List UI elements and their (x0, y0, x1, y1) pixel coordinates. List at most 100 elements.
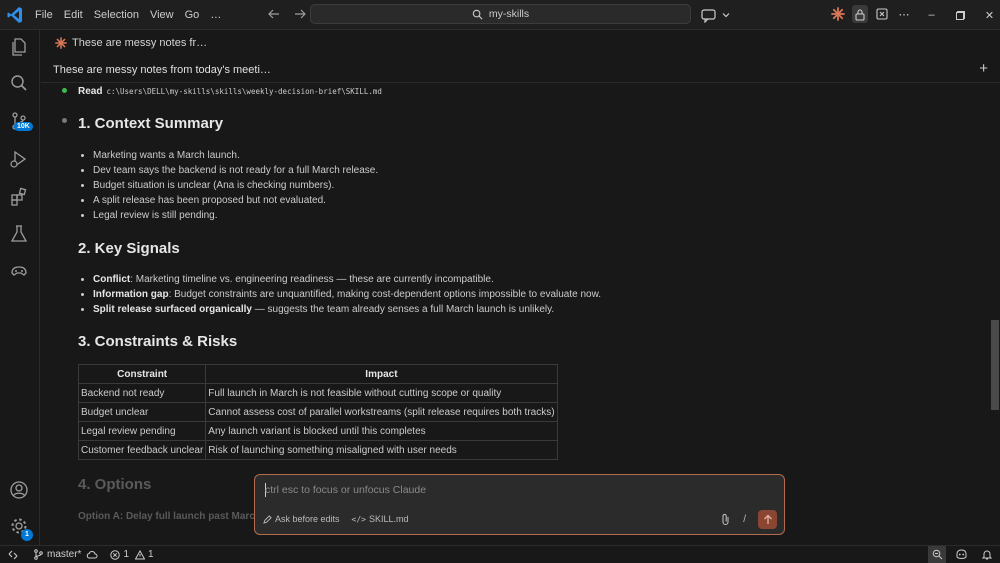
explorer-icon[interactable] (8, 36, 30, 58)
table-cell: Any launch variant is blocked until this… (205, 421, 558, 441)
column-header: Impact (205, 364, 558, 384)
table-row: Budget unclear Cannot assess cost of par… (77, 402, 558, 422)
tab-label: These are messy notes fr… (72, 36, 208, 49)
chat-input-placeholder[interactable]: ctrl esc to focus or unfocus Claude (265, 484, 426, 496)
vertical-scrollbar[interactable] (991, 320, 999, 410)
heading-context-summary: 1. Context Summary (78, 115, 224, 132)
warning-icon (135, 549, 146, 559)
branch-indicator[interactable]: master* (33, 549, 81, 560)
more-actions-icon[interactable]: ⋯ (896, 5, 912, 23)
copilot-icon[interactable] (955, 549, 968, 560)
list-item: Marketing wants a March launch. (93, 148, 378, 163)
minimize-icon[interactable]: – (917, 0, 946, 30)
table-cell: Budget unclear (77, 402, 207, 422)
run-debug-icon[interactable] (8, 148, 30, 170)
slash-commands-button[interactable]: / (743, 514, 746, 525)
table-cell: Legal review pending (77, 421, 207, 441)
remote-indicator-icon[interactable] (8, 550, 18, 560)
status-bar: master* 1 1 (0, 545, 1000, 563)
session-header: These are messy notes from today's meeti… (41, 57, 1000, 83)
forward-arrow-icon[interactable] (292, 6, 308, 22)
table-cell: Backend not ready (77, 383, 207, 403)
list-item: Budget situation is unclear (Ana is chec… (93, 178, 378, 193)
table-row: Backend not ready Full launch in March i… (77, 383, 558, 403)
table-row: Customer feedback unclear Risk of launch… (77, 440, 558, 460)
notifications-bell-icon[interactable] (982, 549, 992, 560)
list-item: Information gap: Budget constraints are … (93, 287, 601, 302)
vscode-logo-icon (7, 7, 22, 23)
settings-badge: 1 (21, 529, 33, 541)
context-file-chip[interactable]: </> SKILL.md (352, 514, 409, 524)
close-box-icon[interactable] (874, 5, 890, 23)
constraints-table: Constraint Impact Backend not ready Full… (77, 364, 558, 460)
lock-icon[interactable] (852, 5, 868, 23)
table-cell: Risk of launching something misaligned w… (205, 440, 558, 460)
table-row: Legal review pending Any launch variant … (77, 421, 558, 441)
option-a-heading: Option A: Delay full launch past Marc (78, 511, 255, 522)
menu-bar: File Edit Selection View Go … (30, 0, 227, 30)
context-list: Marketing wants a March launch. Dev team… (93, 148, 378, 223)
arrow-up-icon (763, 514, 772, 524)
command-center-search[interactable]: my-skills (310, 4, 691, 24)
read-tool-line: Read c:\Users\DELL\my-skills\skills\weekl… (78, 86, 382, 97)
menu-view[interactable]: View (145, 9, 179, 21)
chevron-down-icon (722, 12, 730, 17)
session-title[interactable]: These are messy notes from today's meeti… (53, 64, 271, 76)
account-icon[interactable] (8, 479, 30, 501)
list-item: Split release surfaced organically — sug… (93, 302, 601, 317)
chat-sparkle-icon (701, 8, 716, 23)
search-text: my-skills (488, 8, 530, 20)
column-header: Constraint (77, 364, 207, 384)
search-view-icon[interactable] (8, 72, 30, 94)
table-cell: Full launch in March is not feasible wit… (205, 383, 558, 403)
signals-list: Conflict: Marketing timeline vs. enginee… (93, 272, 601, 317)
heading-options: 4. Options (78, 476, 152, 493)
menu-file[interactable]: File (30, 9, 58, 21)
source-control-badge: 10K (14, 122, 33, 131)
chat-input-box[interactable]: ctrl esc to focus or unfocus Claude Ask … (254, 474, 785, 535)
maximize-icon[interactable] (946, 0, 975, 30)
table-header-row: Constraint Impact (77, 364, 558, 384)
list-item: Dev team says the backend is not ready f… (93, 163, 378, 178)
menu-selection[interactable]: Selection (89, 9, 144, 21)
nav-arrows (266, 6, 308, 22)
back-arrow-icon[interactable] (266, 6, 282, 22)
window-controls: – ✕ (917, 0, 1000, 30)
extensions-icon[interactable] (8, 186, 30, 208)
menu-more[interactable]: … (205, 9, 226, 21)
new-session-plus-icon[interactable]: + (979, 60, 988, 77)
error-count: 1 (123, 549, 130, 560)
title-right-icons: ⋯ (830, 5, 912, 23)
testing-flask-icon[interactable] (8, 223, 30, 245)
zoom-icon[interactable] (928, 546, 946, 563)
error-icon (110, 549, 121, 560)
claude-icon[interactable] (830, 5, 846, 23)
chat-menu-button[interactable] (700, 5, 738, 24)
attach-paperclip-icon[interactable] (720, 513, 731, 526)
problems-indicator[interactable]: 1 1 (110, 549, 154, 560)
pencil-icon (263, 514, 272, 524)
menu-edit[interactable]: Edit (59, 9, 88, 21)
title-bar: File Edit Selection View Go … my-skills … (0, 0, 1000, 30)
editor-tab-bar: These are messy notes fr… (41, 30, 1000, 55)
read-label: Read (78, 86, 103, 97)
claude-sparkle-icon (55, 36, 67, 49)
sync-cloud-icon[interactable] (86, 550, 98, 560)
branch-icon (34, 549, 43, 560)
table-cell: Customer feedback unclear (77, 440, 207, 460)
list-item: Legal review is still pending. (93, 208, 378, 223)
list-item: Conflict: Marketing timeline vs. enginee… (93, 272, 601, 287)
ask-before-edits-button[interactable]: Ask before edits (263, 514, 340, 524)
send-button[interactable] (758, 510, 777, 529)
search-icon (472, 9, 483, 19)
heading-constraints-risks: 3. Constraints & Risks (78, 333, 238, 350)
read-path[interactable]: c:\Users\DELL\my-skills\skills\weekly-de… (106, 87, 381, 96)
table-cell: Cannot assess cost of parallel workstrea… (205, 402, 558, 422)
remote-explorer-icon[interactable] (8, 260, 30, 282)
claude-tab[interactable]: These are messy notes fr… (55, 37, 207, 49)
menu-go[interactable]: Go (180, 9, 205, 21)
chat-tools: Ask before edits </> SKILL.md (263, 514, 409, 524)
close-icon[interactable]: ✕ (975, 0, 1000, 30)
tool-status-dot (62, 88, 67, 93)
chat-actions: / (720, 510, 777, 529)
